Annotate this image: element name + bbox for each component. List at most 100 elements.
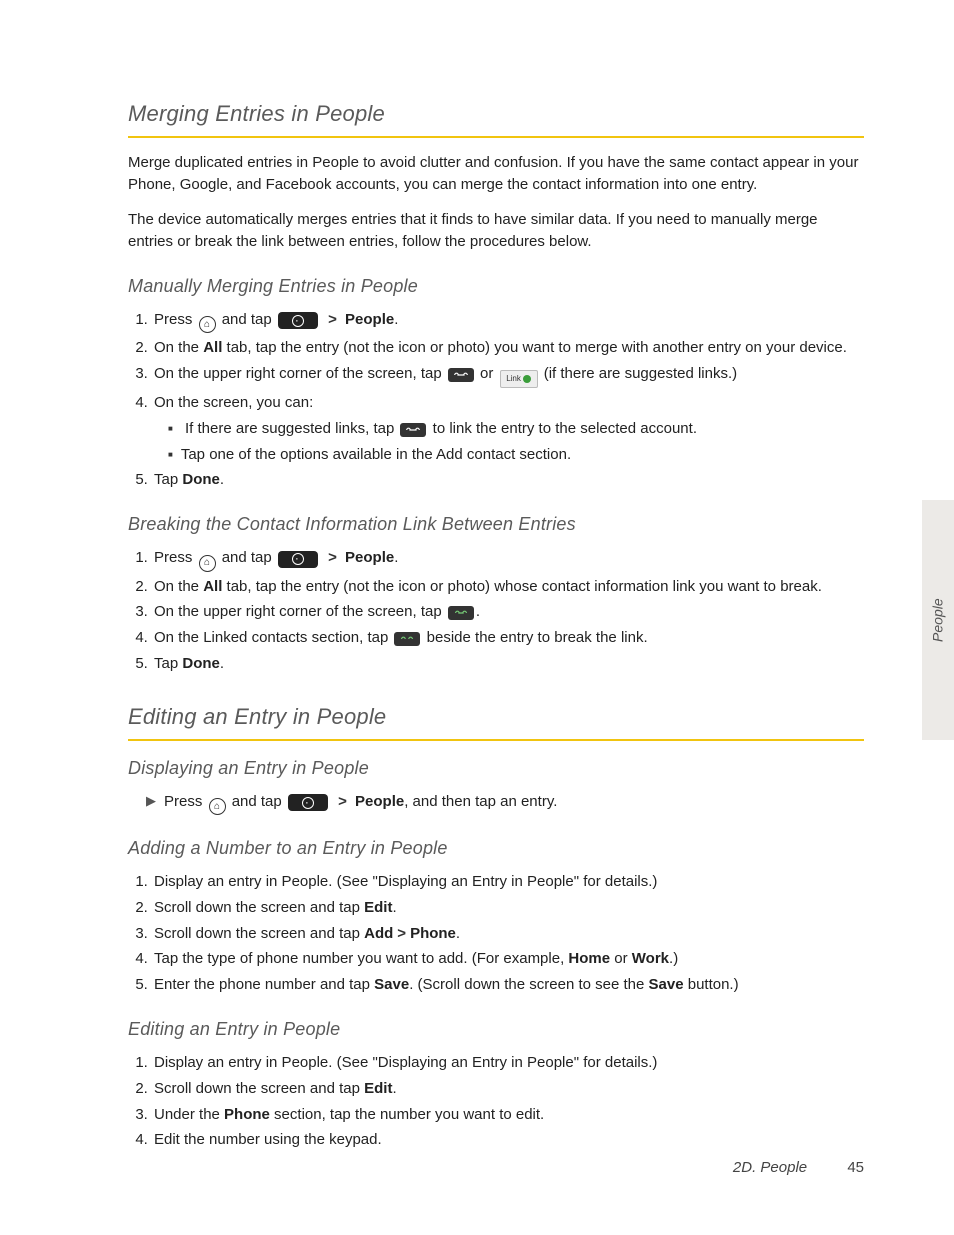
heading-displaying: Displaying an Entry in People xyxy=(128,755,864,781)
txt: On the xyxy=(154,578,203,595)
txt: . xyxy=(220,655,224,672)
steps-break-link: Press ⌂ and tap > People. On the All tab… xyxy=(128,547,864,675)
txt: . xyxy=(394,311,398,328)
txt: to link the entry to the selected accoun… xyxy=(433,420,697,437)
txt: and tap xyxy=(222,549,276,566)
step: Scroll down the screen and tap Add>Phone… xyxy=(152,923,864,945)
side-tab: People xyxy=(922,500,954,740)
txt: beside the entry to break the link. xyxy=(427,629,648,646)
txt: or xyxy=(480,365,498,382)
txt: On the upper right corner of the screen,… xyxy=(154,603,446,620)
txt: button.) xyxy=(684,976,739,993)
step: Display an entry in People. (See "Displa… xyxy=(152,871,864,893)
step: On the All tab, tap the entry (not the i… xyxy=(152,337,864,359)
substep: Tap one of the options available in the … xyxy=(168,444,864,466)
txt: Under the xyxy=(154,1106,224,1123)
txt: On the Linked contacts section, tap xyxy=(154,629,392,646)
para: The device automatically merges entries … xyxy=(128,209,864,253)
txt-bold: Edit xyxy=(364,1080,392,1097)
page: Merging Entries in People Merge duplicat… xyxy=(0,0,954,1235)
bullet-row: ▶ Press ⌂ and tap > People, and then tap… xyxy=(146,791,864,816)
txt-bold: Save xyxy=(649,976,684,993)
txt-bold: Add xyxy=(364,925,393,942)
apps-icon xyxy=(288,794,328,811)
txt: and tap xyxy=(232,793,286,810)
step: Tap the type of phone number you want to… xyxy=(152,948,864,970)
footer: 2D. People 45 xyxy=(733,1157,864,1179)
steps-adding-number: Display an entry in People. (See "Displa… xyxy=(128,871,864,996)
txt: Press xyxy=(154,549,197,566)
chevron-icon: > xyxy=(328,549,337,566)
txt: Tap the type of phone number you want to… xyxy=(154,950,568,967)
steps-editing-entry: Display an entry in People. (See "Displa… xyxy=(128,1052,864,1151)
txt-bold: Edit xyxy=(364,899,392,916)
txt: On the upper right corner of the screen,… xyxy=(154,365,446,382)
heading-manual-merge: Manually Merging Entries in People xyxy=(128,273,864,299)
apps-icon xyxy=(278,312,318,329)
txt-bold: Done xyxy=(182,471,220,488)
txt: , and then tap an entry. xyxy=(404,793,557,810)
step: Press ⌂ and tap > People. xyxy=(152,547,864,572)
txt: (if there are suggested links.) xyxy=(544,365,737,382)
footer-section: 2D. People xyxy=(733,1159,807,1176)
txt: tab, tap the entry (not the icon or phot… xyxy=(222,578,822,595)
rule xyxy=(128,136,864,138)
substeps: If there are suggested links, tap to lin… xyxy=(168,418,864,466)
link-icon xyxy=(448,368,474,382)
chevron-icon: > xyxy=(397,925,406,942)
txt: Press xyxy=(154,311,197,328)
txt: . xyxy=(392,899,396,916)
step: Edit the number using the keypad. xyxy=(152,1129,864,1151)
txt: . (Scroll down the screen to see the xyxy=(409,976,648,993)
txt: Scroll down the screen and tap xyxy=(154,925,364,942)
txt-line: Press ⌂ and tap > People, and then tap a… xyxy=(164,791,557,816)
txt-bold: All xyxy=(203,578,222,595)
unlink-icon xyxy=(394,632,420,646)
txt: or xyxy=(610,950,632,967)
apps-icon xyxy=(278,551,318,568)
step: Enter the phone number and tap Save. (Sc… xyxy=(152,974,864,996)
link-icon xyxy=(400,423,426,437)
txt: Scroll down the screen and tap xyxy=(154,899,364,916)
step: Scroll down the screen and tap Edit. xyxy=(152,1078,864,1100)
txt-bold: Save xyxy=(374,976,409,993)
txt-bold: All xyxy=(203,339,222,356)
step: Under the Phone section, tap the number … xyxy=(152,1104,864,1126)
linked-icon xyxy=(448,606,474,620)
substep: If there are suggested links, tap to lin… xyxy=(168,418,864,440)
rule xyxy=(128,739,864,741)
link-suggest-icon: Link xyxy=(500,370,538,388)
heading-adding-number: Adding a Number to an Entry in People xyxy=(128,835,864,861)
txt: section, tap the number you want to edit… xyxy=(270,1106,544,1123)
txt: . xyxy=(476,603,480,620)
steps-manual-merge: Press ⌂ and tap > People. On the All tab… xyxy=(128,309,864,491)
heading-break-link: Breaking the Contact Information Link Be… xyxy=(128,511,864,537)
txt-bold: People xyxy=(345,549,394,566)
txt-bold: Phone xyxy=(410,925,456,942)
step: Tap Done. xyxy=(152,653,864,675)
step: Display an entry in People. (See "Displa… xyxy=(152,1052,864,1074)
txt: Scroll down the screen and tap xyxy=(154,1080,364,1097)
home-icon: ⌂ xyxy=(199,555,216,572)
txt: On the screen, you can: xyxy=(154,394,313,411)
triangle-icon: ▶ xyxy=(146,791,156,812)
txt: . xyxy=(456,925,460,942)
txt: and tap xyxy=(222,311,276,328)
txt: Press xyxy=(164,793,207,810)
step: Tap Done. xyxy=(152,469,864,491)
txt: Tap xyxy=(154,471,182,488)
txt: On the xyxy=(154,339,203,356)
heading-editing-entry: Editing an Entry in People xyxy=(128,1016,864,1042)
txt-bold: People xyxy=(355,793,404,810)
txt-bold: Home xyxy=(568,950,610,967)
txt: . xyxy=(220,471,224,488)
txt-bold: Done xyxy=(182,655,220,672)
step: Scroll down the screen and tap Edit. xyxy=(152,897,864,919)
para: Merge duplicated entries in People to av… xyxy=(128,152,864,196)
txt: Tap xyxy=(154,655,182,672)
chevron-icon: > xyxy=(338,793,347,810)
step: On the Linked contacts section, tap besi… xyxy=(152,627,864,649)
txt-bold: People xyxy=(345,311,394,328)
txt: Enter the phone number and tap xyxy=(154,976,374,993)
txt: . xyxy=(392,1080,396,1097)
